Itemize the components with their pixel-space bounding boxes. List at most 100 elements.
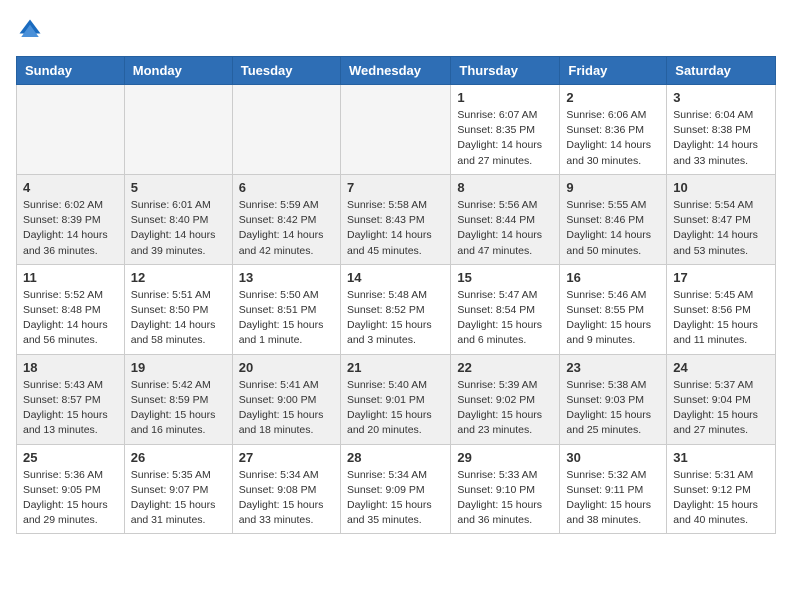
calendar-cell: 21 Sunrise: 5:40 AMSunset: 9:01 PMDayligh… — [340, 354, 450, 444]
day-info: Sunrise: 5:47 AMSunset: 8:54 PMDaylight:… — [457, 288, 553, 349]
logo — [16, 16, 48, 44]
day-number: 13 — [239, 270, 334, 285]
weekday-header-thursday: Thursday — [451, 57, 560, 85]
calendar-cell: 9 Sunrise: 5:55 AMSunset: 8:46 PMDaylight… — [560, 174, 667, 264]
day-info: Sunrise: 5:38 AMSunset: 9:03 PMDaylight:… — [566, 378, 660, 439]
day-number: 29 — [457, 450, 553, 465]
day-number: 17 — [673, 270, 769, 285]
calendar-cell: 20 Sunrise: 5:41 AMSunset: 9:00 PMDayligh… — [232, 354, 340, 444]
calendar-cell: 23 Sunrise: 5:38 AMSunset: 9:03 PMDayligh… — [560, 354, 667, 444]
day-number: 10 — [673, 180, 769, 195]
calendar-cell: 10 Sunrise: 5:54 AMSunset: 8:47 PMDayligh… — [667, 174, 776, 264]
weekday-header-friday: Friday — [560, 57, 667, 85]
day-number: 19 — [131, 360, 226, 375]
day-number: 24 — [673, 360, 769, 375]
calendar-cell: 1 Sunrise: 6:07 AMSunset: 8:35 PMDaylight… — [451, 85, 560, 175]
day-info: Sunrise: 5:42 AMSunset: 8:59 PMDaylight:… — [131, 378, 226, 439]
day-number: 8 — [457, 180, 553, 195]
calendar-cell: 25 Sunrise: 5:36 AMSunset: 9:05 PMDayligh… — [17, 444, 125, 534]
day-info: Sunrise: 5:51 AMSunset: 8:50 PMDaylight:… — [131, 288, 226, 349]
day-number: 4 — [23, 180, 118, 195]
page-header — [16, 16, 776, 44]
calendar-cell: 27 Sunrise: 5:34 AMSunset: 9:08 PMDayligh… — [232, 444, 340, 534]
day-info: Sunrise: 5:52 AMSunset: 8:48 PMDaylight:… — [23, 288, 118, 349]
calendar-table: SundayMondayTuesdayWednesdayThursdayFrid… — [16, 56, 776, 534]
calendar-cell: 15 Sunrise: 5:47 AMSunset: 8:54 PMDayligh… — [451, 264, 560, 354]
day-info: Sunrise: 5:59 AMSunset: 8:42 PMDaylight:… — [239, 198, 334, 259]
calendar-cell: 16 Sunrise: 5:46 AMSunset: 8:55 PMDayligh… — [560, 264, 667, 354]
day-info: Sunrise: 5:34 AMSunset: 9:09 PMDaylight:… — [347, 468, 444, 529]
day-number: 20 — [239, 360, 334, 375]
day-number: 3 — [673, 90, 769, 105]
calendar-cell: 18 Sunrise: 5:43 AMSunset: 8:57 PMDayligh… — [17, 354, 125, 444]
day-number: 21 — [347, 360, 444, 375]
day-number: 22 — [457, 360, 553, 375]
day-info: Sunrise: 5:31 AMSunset: 9:12 PMDaylight:… — [673, 468, 769, 529]
calendar-week-row: 11 Sunrise: 5:52 AMSunset: 8:48 PMDayligh… — [17, 264, 776, 354]
calendar-cell: 8 Sunrise: 5:56 AMSunset: 8:44 PMDaylight… — [451, 174, 560, 264]
calendar-cell: 11 Sunrise: 5:52 AMSunset: 8:48 PMDayligh… — [17, 264, 125, 354]
day-info: Sunrise: 5:50 AMSunset: 8:51 PMDaylight:… — [239, 288, 334, 349]
day-number: 30 — [566, 450, 660, 465]
day-number: 6 — [239, 180, 334, 195]
calendar-cell: 3 Sunrise: 6:04 AMSunset: 8:38 PMDaylight… — [667, 85, 776, 175]
day-number: 1 — [457, 90, 553, 105]
calendar-cell: 5Sunrise: 6:01 AMSunset: 8:40 PMDaylight… — [124, 174, 232, 264]
calendar-cell: 4 Sunrise: 6:02 AMSunset: 8:39 PMDaylight… — [17, 174, 125, 264]
day-info: Sunrise: 5:45 AMSunset: 8:56 PMDaylight:… — [673, 288, 769, 349]
day-number: 15 — [457, 270, 553, 285]
calendar-cell — [124, 85, 232, 175]
day-info: Sunrise: 6:07 AMSunset: 8:35 PMDaylight:… — [457, 108, 553, 169]
day-number: 18 — [23, 360, 118, 375]
calendar-cell — [17, 85, 125, 175]
day-number: 31 — [673, 450, 769, 465]
day-number: 9 — [566, 180, 660, 195]
day-number: 28 — [347, 450, 444, 465]
calendar-cell: 24Sunrise: 5:37 AMSunset: 9:04 PMDayligh… — [667, 354, 776, 444]
day-info: Sunrise: 5:48 AMSunset: 8:52 PMDaylight:… — [347, 288, 444, 349]
calendar-week-row: 4 Sunrise: 6:02 AMSunset: 8:39 PMDaylight… — [17, 174, 776, 264]
calendar-cell: 28 Sunrise: 5:34 AMSunset: 9:09 PMDayligh… — [340, 444, 450, 534]
day-number: 11 — [23, 270, 118, 285]
calendar-cell: 6 Sunrise: 5:59 AMSunset: 8:42 PMDaylight… — [232, 174, 340, 264]
day-number: 27 — [239, 450, 334, 465]
weekday-header-sunday: Sunday — [17, 57, 125, 85]
day-info: Sunrise: 5:46 AMSunset: 8:55 PMDaylight:… — [566, 288, 660, 349]
calendar-header-row: SundayMondayTuesdayWednesdayThursdayFrid… — [17, 57, 776, 85]
day-info: Sunrise: 5:32 AMSunset: 9:11 PMDaylight:… — [566, 468, 660, 529]
day-info: Sunrise: 5:41 AMSunset: 9:00 PMDaylight:… — [239, 378, 334, 439]
calendar-cell: 30 Sunrise: 5:32 AMSunset: 9:11 PMDayligh… — [560, 444, 667, 534]
day-number: 23 — [566, 360, 660, 375]
calendar-cell: 31 Sunrise: 5:31 AMSunset: 9:12 PMDayligh… — [667, 444, 776, 534]
day-info: Sunrise: 6:06 AMSunset: 8:36 PMDaylight:… — [566, 108, 660, 169]
calendar-cell: 12Sunrise: 5:51 AMSunset: 8:50 PMDayligh… — [124, 264, 232, 354]
day-number: 2 — [566, 90, 660, 105]
day-info: Sunrise: 5:35 AMSunset: 9:07 PMDaylight:… — [131, 468, 226, 529]
calendar-cell: 13 Sunrise: 5:50 AMSunset: 8:51 PMDayligh… — [232, 264, 340, 354]
day-info: Sunrise: 5:36 AMSunset: 9:05 PMDaylight:… — [23, 468, 118, 529]
calendar-cell: 17 Sunrise: 5:45 AMSunset: 8:56 PMDayligh… — [667, 264, 776, 354]
day-info: Sunrise: 5:40 AMSunset: 9:01 PMDaylight:… — [347, 378, 444, 439]
day-number: 5 — [131, 180, 226, 195]
day-number: 14 — [347, 270, 444, 285]
calendar-cell: 26 Sunrise: 5:35 AMSunset: 9:07 PMDayligh… — [124, 444, 232, 534]
calendar-cell: 14 Sunrise: 5:48 AMSunset: 8:52 PMDayligh… — [340, 264, 450, 354]
day-info: Sunrise: 5:54 AMSunset: 8:47 PMDaylight:… — [673, 198, 769, 259]
day-info: Sunrise: 6:04 AMSunset: 8:38 PMDaylight:… — [673, 108, 769, 169]
day-number: 25 — [23, 450, 118, 465]
day-info: Sunrise: 5:43 AMSunset: 8:57 PMDaylight:… — [23, 378, 118, 439]
day-number: 16 — [566, 270, 660, 285]
day-number: 26 — [131, 450, 226, 465]
calendar-cell — [340, 85, 450, 175]
weekday-header-monday: Monday — [124, 57, 232, 85]
weekday-header-saturday: Saturday — [667, 57, 776, 85]
day-info: Sunrise: 5:55 AMSunset: 8:46 PMDaylight:… — [566, 198, 660, 259]
calendar-cell: 7Sunrise: 5:58 AMSunset: 8:43 PMDaylight… — [340, 174, 450, 264]
weekday-header-wednesday: Wednesday — [340, 57, 450, 85]
calendar-week-row: 1 Sunrise: 6:07 AMSunset: 8:35 PMDaylight… — [17, 85, 776, 175]
calendar-cell: 19 Sunrise: 5:42 AMSunset: 8:59 PMDayligh… — [124, 354, 232, 444]
day-info: Sunrise: 5:56 AMSunset: 8:44 PMDaylight:… — [457, 198, 553, 259]
calendar-cell: 29Sunrise: 5:33 AMSunset: 9:10 PMDayligh… — [451, 444, 560, 534]
day-info: Sunrise: 6:02 AMSunset: 8:39 PMDaylight:… — [23, 198, 118, 259]
day-info: Sunrise: 5:34 AMSunset: 9:08 PMDaylight:… — [239, 468, 334, 529]
